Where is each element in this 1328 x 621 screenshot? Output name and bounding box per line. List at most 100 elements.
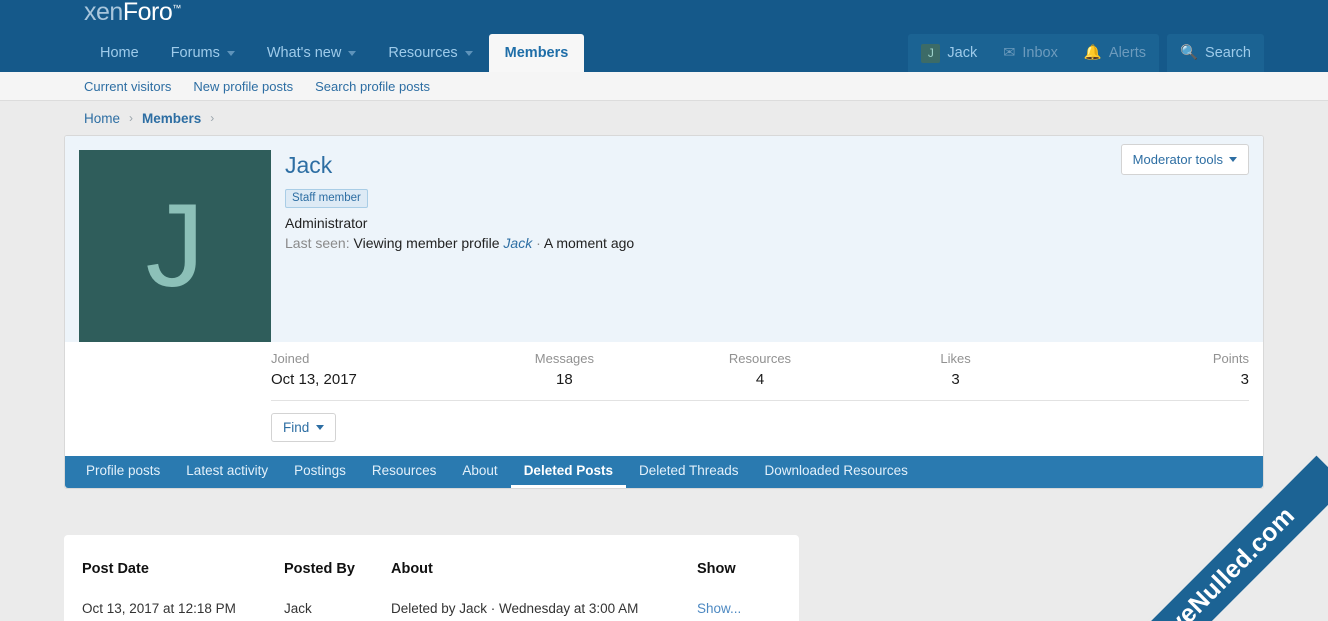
- nav-item-resources[interactable]: Resources: [372, 34, 488, 72]
- nav-item-label: Members: [504, 45, 569, 61]
- last-seen-target-link[interactable]: Jack: [503, 235, 532, 251]
- stat-label: Resources: [728, 351, 792, 366]
- logo-trademark: ™: [172, 3, 181, 13]
- nav-right-group: J Jack ✉ Inbox 🔔 Alerts 🔍 Search: [908, 34, 1264, 72]
- last-seen-action: Viewing member profile: [353, 234, 500, 251]
- tab-latest-activity[interactable]: Latest activity: [173, 456, 281, 488]
- magnifier-icon: 🔍: [1179, 44, 1199, 61]
- inbox-button[interactable]: ✉ Inbox: [990, 34, 1071, 72]
- user-title: Administrator: [285, 214, 368, 231]
- profile-identity: Jack Staff member Administrator Last see…: [271, 150, 1249, 342]
- bell-icon: 🔔: [1083, 44, 1102, 61]
- avatar[interactable]: J: [79, 150, 271, 342]
- nav-item-members[interactable]: Members: [488, 34, 585, 72]
- site-header: xenForo™ Home Forums What's new Resource…: [0, 0, 1328, 72]
- stat-label: Likes: [940, 351, 971, 366]
- envelope-icon: ✉: [1003, 44, 1016, 61]
- inbox-label: Inbox: [1022, 45, 1058, 61]
- breadcrumb-separator-icon: ›: [210, 111, 215, 125]
- stat-value: 3: [1240, 371, 1249, 388]
- chevron-down-icon: [316, 425, 325, 430]
- tab-deleted-posts[interactable]: Deleted Posts: [510, 456, 626, 488]
- nav-item-label: What's new: [266, 45, 342, 61]
- user-menu-label: Jack: [947, 45, 978, 61]
- stat-label: Messages: [534, 351, 595, 366]
- table-head: Post Date Posted By About Show: [82, 535, 781, 601]
- nav-item-home[interactable]: Home: [84, 34, 155, 72]
- user-menu-button[interactable]: J Jack: [908, 34, 990, 72]
- subnav-item-current-visitors[interactable]: Current visitors: [84, 79, 171, 94]
- user-nav-group: J Jack ✉ Inbox 🔔 Alerts: [908, 34, 1159, 72]
- find-button[interactable]: Find: [271, 413, 337, 442]
- stat-messages[interactable]: Messages 18: [467, 351, 663, 388]
- page-content: J Jack Staff member Administrator Last s…: [0, 135, 1328, 621]
- table-body: Oct 13, 2017 at 12:18 PM Jack Deleted by…: [82, 601, 781, 621]
- last-seen-label: Last seen:: [285, 234, 350, 251]
- page-title: Jack: [285, 152, 333, 178]
- breadcrumb-home[interactable]: Home: [84, 111, 120, 126]
- show-link[interactable]: Show...: [697, 601, 741, 616]
- stat-label: Joined: [271, 351, 310, 366]
- cell-show: Show...: [697, 601, 781, 621]
- breadcrumb-members[interactable]: Members: [142, 111, 201, 126]
- cell-about: Deleted by Jack · Wednesday at 3:00 AM: [391, 601, 639, 616]
- alerts-button[interactable]: 🔔 Alerts: [1071, 34, 1159, 72]
- subnav-item-search-profile-posts[interactable]: Search profile posts: [315, 79, 430, 94]
- tab-about[interactable]: About: [449, 456, 510, 488]
- tab-label: Deleted Threads: [638, 463, 739, 478]
- nav-item-forums[interactable]: Forums: [155, 34, 251, 72]
- subnav-item-new-profile-posts[interactable]: New profile posts: [193, 79, 293, 94]
- deleted-posts-panel: Post Date Posted By About Show Oct 13, 2…: [64, 535, 799, 621]
- tab-resources[interactable]: Resources: [359, 456, 450, 488]
- profile-header: J Jack Staff member Administrator Last s…: [65, 136, 1263, 342]
- status-badge: Staff member: [285, 188, 368, 208]
- tab-label: Postings: [294, 463, 346, 478]
- cell-post-date: Oct 13, 2017 at 12:18 PM: [82, 601, 236, 616]
- tab-label: Profile posts: [86, 463, 161, 478]
- tab-downloaded-resources[interactable]: Downloaded Resources: [752, 456, 921, 488]
- search-button[interactable]: 🔍 Search: [1167, 34, 1264, 72]
- stat-value: 4: [755, 371, 765, 388]
- tab-label: Latest activity: [186, 463, 269, 478]
- last-seen-line: Last seen: Viewing member profile Jack ·…: [285, 235, 1249, 251]
- profile-actions: Find: [271, 401, 1249, 456]
- stat-joined: Joined Oct 13, 2017: [271, 351, 467, 388]
- nav-item-label: Forums: [170, 45, 220, 61]
- stat-value: 3: [951, 371, 960, 388]
- tab-label: About: [462, 463, 498, 478]
- table-header-row: Post Date Posted By About Show: [82, 535, 781, 601]
- logo-prefix: xen: [84, 0, 123, 26]
- tab-profile-posts[interactable]: Profile posts: [73, 456, 173, 488]
- profile-stats-section: Joined Oct 13, 2017 Messages 18 Resource…: [65, 342, 1263, 456]
- column-header-post-date: Post Date: [82, 561, 149, 577]
- site-logo[interactable]: xenForo™: [84, 0, 181, 27]
- column-header-posted-by: Posted By: [284, 561, 355, 577]
- chevron-down-icon: [226, 50, 235, 56]
- search-nav-group: 🔍 Search: [1166, 34, 1264, 72]
- last-seen-separator: ·: [536, 234, 541, 251]
- nav-item-whats-new[interactable]: What's new: [251, 34, 373, 72]
- stat-value: Oct 13, 2017: [271, 371, 357, 388]
- last-seen-time: A moment ago: [543, 234, 635, 251]
- stat-points: Points 3: [1053, 351, 1249, 388]
- section-navigation: Current visitors New profile posts Searc…: [0, 72, 1328, 101]
- avatar: J: [921, 43, 941, 63]
- tab-postings[interactable]: Postings: [281, 456, 359, 488]
- nav-item-label: Resources: [388, 45, 458, 61]
- tab-label: Resources: [371, 463, 437, 478]
- search-label: Search: [1205, 45, 1251, 61]
- profile-stats: Joined Oct 13, 2017 Messages 18 Resource…: [271, 342, 1249, 401]
- stat-resources[interactable]: Resources 4: [662, 351, 858, 388]
- breadcrumb: Home › Members ›: [0, 101, 1328, 135]
- column-header-about: About: [391, 561, 433, 577]
- stat-label: Points: [1212, 351, 1249, 366]
- tab-label: Downloaded Resources: [764, 463, 908, 478]
- chevron-down-icon: [348, 50, 357, 56]
- tab-deleted-threads[interactable]: Deleted Threads: [626, 456, 752, 488]
- column-header-show: Show: [697, 561, 736, 577]
- nav-item-label: Home: [100, 45, 139, 61]
- chevron-down-icon: [1229, 157, 1237, 162]
- tab-label: Deleted Posts: [523, 463, 613, 478]
- stat-value: 18: [556, 371, 573, 388]
- moderator-tools-button[interactable]: Moderator tools: [1120, 144, 1249, 175]
